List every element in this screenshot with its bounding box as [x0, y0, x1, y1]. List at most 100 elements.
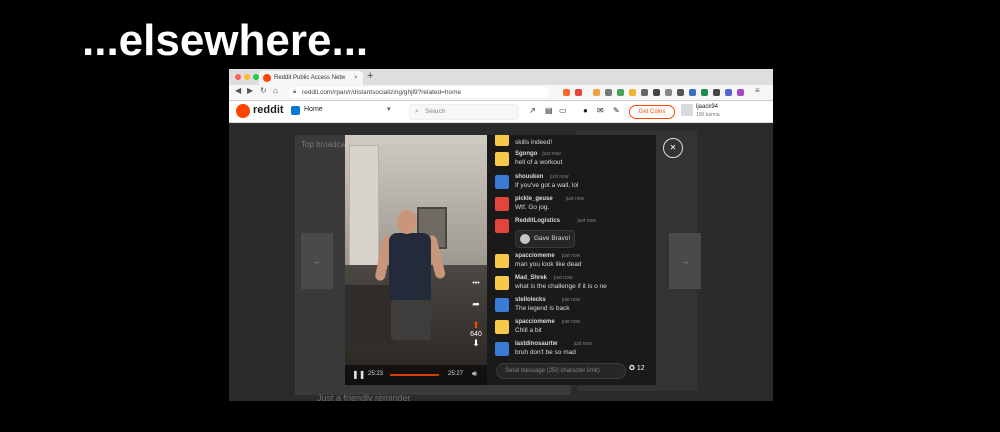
chat-username[interactable]: RedditLogistics: [515, 218, 560, 224]
avatar[interactable]: [495, 254, 509, 268]
chat-message: spacciomeme just now Chill a bit: [495, 319, 655, 341]
chat-username[interactable]: spacciomeme: [515, 253, 555, 259]
tab-bar: Reddit Public Access Netw × +: [229, 69, 773, 85]
menu-icon[interactable]: ≡: [755, 86, 760, 95]
chat-username[interactable]: Mad_Shrek: [515, 275, 547, 281]
pause-icon[interactable]: ❚❚: [352, 370, 365, 379]
chat-message-text: The legend is back: [515, 305, 570, 312]
more-options-icon[interactable]: •••: [465, 280, 487, 287]
stats-icon[interactable]: ▤: [545, 106, 553, 115]
home-feed-icon: [291, 106, 300, 115]
chat-message: stellolecks just now The legend is back: [495, 297, 655, 319]
avatar[interactable]: [495, 175, 509, 189]
forward-icon[interactable]: ▶: [247, 86, 253, 95]
chat-message-text: bruh don't be so mad: [515, 349, 576, 356]
home-dropdown[interactable]: Home: [304, 106, 323, 113]
avatar[interactable]: [495, 320, 509, 334]
chat-timestamp: just now: [565, 196, 585, 202]
mail-icon[interactable]: ✉: [597, 106, 604, 115]
chat-username[interactable]: spacciomeme: [515, 319, 555, 325]
chat-username[interactable]: stellolecks: [515, 297, 546, 303]
avatar[interactable]: [495, 135, 509, 146]
extension-icon[interactable]: [701, 89, 708, 96]
chat-input-placeholder: Send message (250 character limit): [505, 368, 600, 374]
extension-icon[interactable]: [725, 89, 732, 96]
avatar[interactable]: [495, 152, 509, 166]
chat-username[interactable]: shouuken: [515, 174, 543, 180]
video-player[interactable]: ••• ➦ ⬆ 640 ⬇ ❚❚ 25:23 25:27 🔊︎: [345, 135, 487, 385]
chat-username[interactable]: lastdinosaurtw: [515, 341, 557, 347]
username[interactable]: ljaack94: [696, 104, 718, 110]
minimize-window-icon[interactable]: [244, 74, 250, 80]
new-tab-button[interactable]: +: [367, 70, 373, 82]
browser-toolbar: ◀ ▶ ↻ ⌂ 🔒︎ reddit.com/rpan/r/distantsoci…: [229, 85, 773, 101]
extension-icon[interactable]: [605, 89, 612, 96]
extension-icon[interactable]: [689, 89, 696, 96]
extension-icon[interactable]: [575, 89, 582, 96]
avatar[interactable]: [495, 342, 509, 356]
share-icon[interactable]: ➦: [465, 299, 487, 310]
reddit-wordmark[interactable]: reddit: [253, 104, 284, 116]
chat-username[interactable]: Sgongo: [515, 151, 537, 157]
chat-timestamp: just now: [561, 319, 581, 325]
chat-message-text: skills indeed!: [515, 139, 553, 146]
get-coins-button[interactable]: Get Coins: [629, 105, 675, 119]
extension-icon[interactable]: [641, 89, 648, 96]
volume-icon[interactable]: 🔊︎: [472, 369, 477, 379]
extension-icon[interactable]: [629, 89, 636, 96]
coins-button[interactable]: ✪ 12: [629, 364, 645, 372]
close-window-icon[interactable]: [235, 74, 241, 80]
metamask-icon[interactable]: [593, 89, 600, 96]
award-icon: [520, 234, 530, 244]
chat-panel: skills indeed! Sgongo just now hell of a wo…: [489, 135, 656, 359]
chat-message: pickle_geuse just now Wtf. Go jog.: [495, 196, 655, 218]
close-modal-button[interactable]: ✕: [663, 138, 683, 158]
next-broadcast-button[interactable]: →: [669, 233, 701, 289]
chat-message: Mad_Shrek just now what is the challenge i…: [495, 275, 655, 297]
extension-icon[interactable]: [653, 89, 660, 96]
lock-icon: 🔒︎: [293, 89, 297, 95]
search-input[interactable]: ⌕ Search: [409, 104, 519, 120]
profile-icon[interactable]: [737, 89, 744, 96]
brave-shield-icon[interactable]: [563, 89, 570, 96]
chat-icon[interactable]: ●: [583, 106, 588, 115]
extension-icon[interactable]: [677, 89, 684, 96]
avatar[interactable]: [681, 104, 693, 116]
chat-timestamp: just now: [573, 341, 592, 347]
person-head: [397, 210, 417, 234]
avatar[interactable]: [495, 219, 509, 233]
extension-icon[interactable]: [713, 89, 720, 96]
address-bar[interactable]: 🔒︎ reddit.com/rpan/r/distantsocializing/…: [289, 87, 549, 98]
upvote-icon[interactable]: ⬆: [465, 320, 487, 331]
chevron-down-icon[interactable]: ▾: [387, 105, 391, 113]
video-icon[interactable]: ▭: [559, 106, 567, 115]
award-badge: Gave Bravo!: [515, 230, 575, 248]
extension-icon[interactable]: [665, 89, 672, 96]
popular-icon[interactable]: ↗: [529, 106, 536, 115]
downvote-icon[interactable]: ⬇: [465, 338, 487, 349]
reload-icon[interactable]: ↻: [260, 86, 267, 95]
avatar[interactable]: [495, 276, 509, 290]
back-icon[interactable]: ◀: [235, 86, 241, 95]
background-post-title: Just a friendly reminder: [317, 393, 411, 401]
chat-message-text: man you look like dead: [515, 261, 582, 268]
url-text: reddit.com/rpan/r/distantsocializing/ghj…: [302, 89, 462, 96]
chat-timestamp: just now: [561, 253, 581, 259]
reddit-logo-icon[interactable]: [236, 104, 250, 118]
progress-bar[interactable]: [390, 374, 439, 376]
avatar[interactable]: [495, 298, 509, 312]
prev-broadcast-button[interactable]: ←: [301, 233, 333, 289]
avatar[interactable]: [495, 197, 509, 211]
create-post-icon[interactable]: ✎: [613, 106, 620, 115]
chat-message-text: If you've got a wall, lol: [515, 182, 579, 189]
chat-username[interactable]: pickle_geuse: [515, 196, 553, 202]
home-icon[interactable]: ⌂: [273, 86, 278, 95]
extension-icon[interactable]: [617, 89, 624, 96]
chat-message: lastdinosaurtw just now bruh don't be so m…: [495, 341, 655, 359]
chat-message-text: Wtf. Go jog.: [515, 204, 550, 211]
chat-message-text: what is the challenge if it is o ne: [515, 283, 607, 290]
chat-timestamp: just now: [542, 151, 561, 157]
browser-tab[interactable]: Reddit Public Access Netw ×: [259, 71, 363, 85]
tab-close-icon[interactable]: ×: [354, 71, 358, 85]
chat-message-input[interactable]: Send message (250 character limit): [496, 363, 626, 379]
